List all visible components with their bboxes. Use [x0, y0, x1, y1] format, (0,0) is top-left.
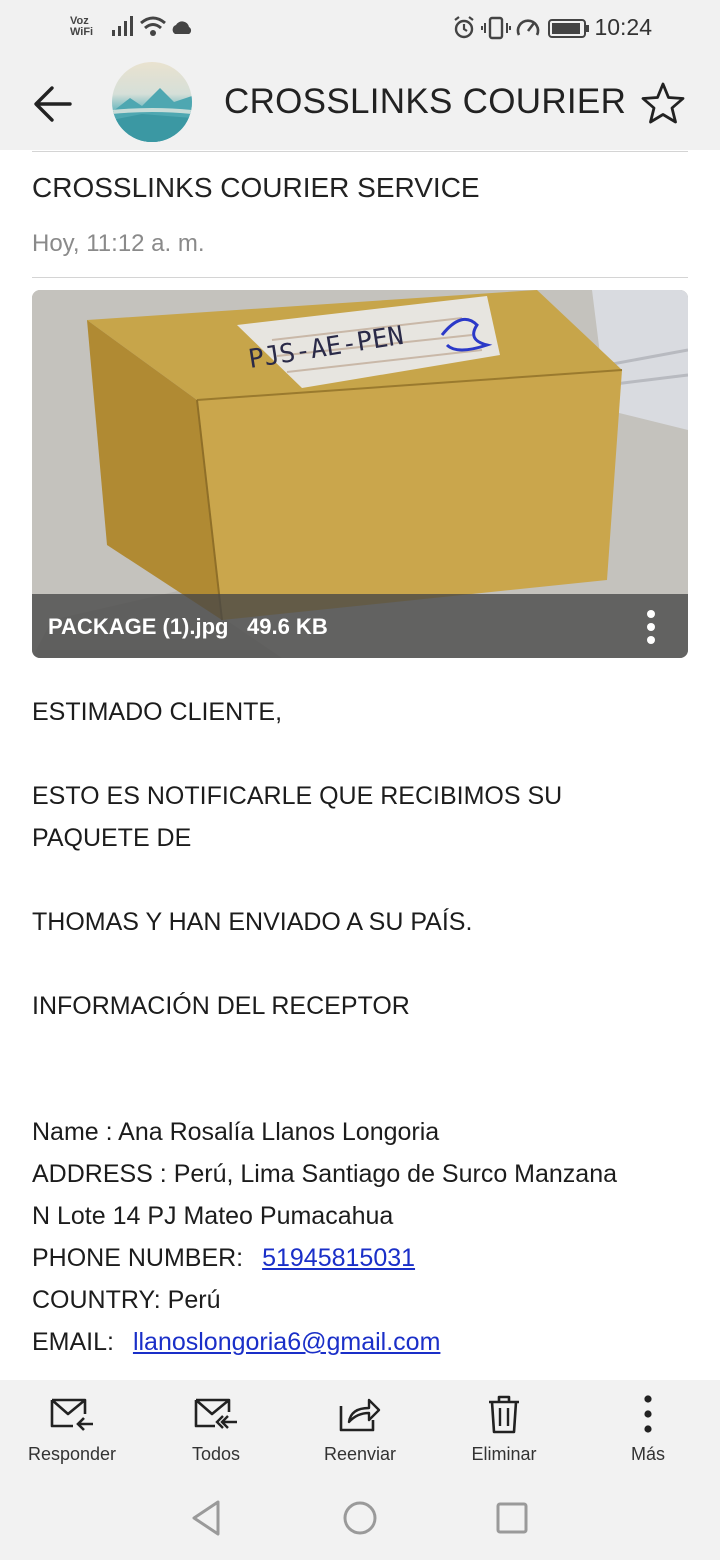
landscape-avatar-image	[112, 88, 192, 142]
data-saver-icon	[516, 19, 540, 36]
email-label: EMAIL:	[32, 1328, 114, 1356]
sender-avatar	[112, 62, 192, 142]
body-line: ESTO ES NOTIFICARLE QUE RECIBIMOS SU	[32, 782, 563, 810]
receiver-country: COUNTRY: Perú	[32, 1286, 221, 1314]
more-vertical-icon[interactable]	[636, 606, 666, 648]
star-outline-icon[interactable]	[640, 80, 686, 126]
signal-icon	[112, 16, 133, 36]
email-link[interactable]: llanoslongoria6@gmail.com	[133, 1328, 440, 1356]
reply-all-label: Todos	[191, 1444, 241, 1464]
divider	[32, 277, 688, 278]
clock: 10:24	[594, 14, 652, 40]
receiver-info-heading: INFORMACIÓN DEL RECEPTOR	[32, 992, 410, 1020]
home-circle-icon[interactable]	[341, 1498, 379, 1538]
recents-square-icon[interactable]	[494, 1498, 530, 1538]
more-vertical-icon	[644, 1395, 652, 1433]
attachment-preview[interactable]: PJS-AE-PEN PACKAGE (1).jpg 49.6 KB	[32, 290, 688, 658]
receiver-address-cont: N Lote 14 PJ Mateo Pumacahua	[32, 1202, 394, 1230]
reply-label: Responder	[27, 1444, 117, 1464]
alarm-icon	[454, 16, 474, 39]
back-triangle-icon[interactable]	[188, 1498, 224, 1538]
body-line: PAQUETE DE	[32, 824, 192, 852]
wifi-icon	[140, 16, 166, 36]
reply-all-button[interactable]: Todos	[144, 1394, 288, 1465]
cloud-icon	[172, 21, 192, 34]
reply-icon	[50, 1398, 93, 1431]
phone-label: PHONE NUMBER:	[32, 1244, 244, 1272]
arrow-left-icon[interactable]	[30, 82, 78, 126]
attachment-filename: PACKAGE (1).jpg	[48, 614, 229, 639]
receiver-email: EMAIL: llanoslongoria6@gmail.com	[32, 1321, 688, 1363]
vibrate-icon	[481, 16, 511, 40]
trash-icon	[489, 1395, 519, 1434]
app-bar: CROSSLINKS COURIER	[0, 56, 720, 150]
more-button[interactable]: Más	[576, 1394, 720, 1465]
delete-label: Eliminar	[471, 1444, 537, 1464]
divider	[32, 151, 688, 152]
forward-label: Reenviar	[323, 1444, 397, 1464]
battery-icon	[548, 19, 589, 38]
attachment-size: 49.6 KB	[247, 614, 328, 639]
email-subject: CROSSLINKS COURIER SERVICE	[32, 172, 480, 203]
body-line: THOMAS Y HAN ENVIADO A SU PAÍS.	[32, 908, 473, 936]
reply-button[interactable]: Responder	[0, 1394, 144, 1465]
receiver-address: ADDRESS : Perú, Lima Santiago de Surco M…	[32, 1160, 618, 1188]
forward-icon	[339, 1398, 381, 1432]
phone-link[interactable]: 51945815031	[262, 1244, 415, 1272]
forward-button[interactable]: Reenviar	[288, 1394, 432, 1465]
email-date: Hoy, 11:12 a. m.	[32, 230, 205, 257]
reply-all-icon	[194, 1398, 237, 1429]
receiver-name: Name : Ana Rosalía Llanos Longoria	[32, 1118, 440, 1146]
bottom-action-bar: Responder Todos Reenviar Eliminar Más	[0, 1380, 720, 1560]
status-bar: Voz WiFi 10:24	[0, 0, 720, 56]
more-label: Más	[630, 1444, 665, 1464]
body-greeting: ESTIMADO CLIENTE,	[32, 698, 283, 726]
receiver-phone: PHONE NUMBER: 51945815031	[32, 1237, 688, 1279]
wifi-label: WiFi	[70, 26, 94, 38]
attachment-info-bar: PACKAGE (1).jpg 49.6 KB	[32, 594, 688, 658]
delete-button[interactable]: Eliminar	[432, 1394, 576, 1465]
conversation-title: CROSSLINKS COURIER	[224, 82, 627, 121]
voz-wifi-indicator: Voz WiFi	[70, 16, 93, 38]
